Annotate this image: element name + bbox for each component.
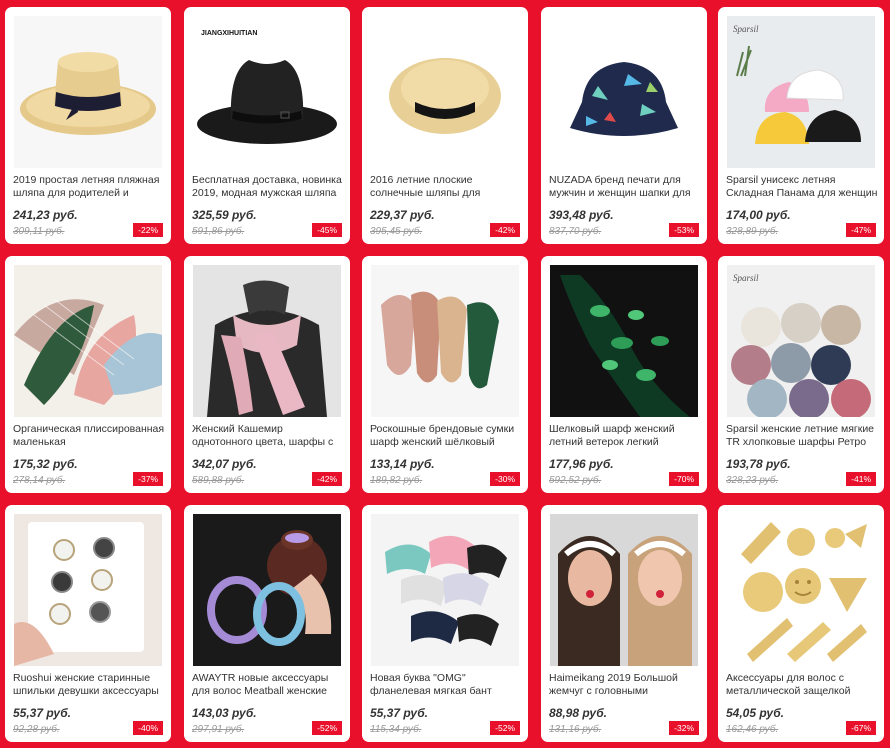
product-title[interactable]: Шелковый шарф женский летний ветерок лег…	[549, 423, 701, 453]
product-old-price: 837,70 руб.	[549, 226, 602, 237]
product-old-price: 162,46 руб.	[726, 724, 779, 735]
product-price: 88,98 руб.	[549, 706, 607, 720]
product-image[interactable]: Sparsil	[727, 265, 875, 417]
product-price: 133,14 руб.	[370, 457, 435, 471]
product-image[interactable]	[14, 265, 162, 417]
product-price: 193,78 руб.	[726, 457, 791, 471]
discount-badge: -52%	[312, 721, 342, 735]
product-price: 177,96 руб.	[549, 457, 614, 471]
product-title[interactable]: 2019 простая летняя пляжная шляпа для ро…	[13, 174, 165, 204]
product-price: 342,07 руб.	[192, 457, 257, 471]
brand-logo: JIANGXIHUITIAN	[201, 30, 257, 37]
discount-badge: -30%	[490, 472, 520, 486]
product-price: 143,03 руб.	[192, 706, 257, 720]
product-image[interactable]: Sparsil	[727, 16, 875, 168]
discount-badge: -32%	[669, 721, 699, 735]
product-title[interactable]: NUZADA бренд печати для мужчин и женщин …	[549, 174, 701, 204]
product-card[interactable]: AWAYTR новые аксессуары для волос Meatba…	[184, 505, 350, 742]
product-price: 393,48 руб.	[549, 208, 614, 222]
product-old-price: 92,28 руб.	[13, 724, 60, 735]
product-card[interactable]: Роскошные брендовые сумки шарф женский ш…	[362, 256, 528, 493]
product-card[interactable]: Новая буква "OMG" фланелевая мягкая бант…	[362, 505, 528, 742]
product-price: 229,37 руб.	[370, 208, 435, 222]
product-old-price: 309,11 руб.	[13, 226, 65, 237]
discount-badge: -37%	[133, 472, 163, 486]
product-image[interactable]	[14, 514, 162, 666]
product-title[interactable]: Бесплатная доставка, новинка 2019, модна…	[192, 174, 344, 204]
product-image[interactable]: JIANGXIHUITIAN	[193, 16, 341, 168]
product-card[interactable]: Аксессуары для волос с металлической защ…	[718, 505, 884, 742]
product-title[interactable]: Новая буква "OMG" фланелевая мягкая бант	[370, 672, 522, 702]
product-price: 55,37 руб.	[13, 706, 71, 720]
product-old-price: 591,86 руб.	[192, 226, 245, 237]
product-image[interactable]	[371, 265, 519, 417]
discount-badge: -47%	[846, 223, 876, 237]
discount-badge: -42%	[490, 223, 520, 237]
discount-badge: -41%	[846, 472, 876, 486]
product-old-price: 115,34 руб.	[370, 724, 422, 735]
product-old-price: 328,89 руб.	[726, 226, 779, 237]
discount-badge: -40%	[133, 721, 163, 735]
product-old-price: 189,82 руб.	[370, 475, 423, 486]
product-old-price: 131,16 руб.	[549, 724, 602, 735]
discount-badge: -52%	[490, 721, 520, 735]
product-card[interactable]: Sparsil Sparsil унисекс летняя Складная …	[718, 7, 884, 244]
product-old-price: 589,88 руб.	[192, 475, 245, 486]
brand-logo: Sparsil	[733, 24, 759, 34]
product-image[interactable]	[371, 514, 519, 666]
discount-badge: -70%	[669, 472, 699, 486]
product-image[interactable]	[193, 265, 341, 417]
product-title[interactable]: AWAYTR новые аксессуары для волос Meatba…	[192, 672, 344, 702]
product-card[interactable]: Шелковый шарф женский летний ветерок лег…	[541, 256, 707, 493]
product-card[interactable]: Haimeikang 2019 Большой жемчуг с головны…	[541, 505, 707, 742]
product-old-price: 297,91 руб.	[192, 724, 245, 735]
product-old-price: 592,52 руб.	[549, 475, 602, 486]
product-title[interactable]: Sparsil унисекс летняя Складная Панама д…	[726, 174, 878, 204]
product-title[interactable]: Органическая плиссированная маленькая	[13, 423, 165, 453]
product-title[interactable]: Ruoshui женские старинные шпильки девушк…	[13, 672, 165, 702]
product-card[interactable]: Органическая плиссированная маленькая 17…	[5, 256, 171, 493]
product-image[interactable]	[371, 16, 519, 168]
product-title[interactable]: Haimeikang 2019 Большой жемчуг с головны…	[549, 672, 701, 702]
product-price: 325,59 руб.	[192, 208, 257, 222]
product-card[interactable]: JIANGXIHUITIAN Бесплатная доставка, нови…	[184, 7, 350, 244]
product-title[interactable]: Роскошные брендовые сумки шарф женский ш…	[370, 423, 522, 453]
product-card[interactable]: Sparsil Sparsil женские летние мягкие TR…	[718, 256, 884, 493]
product-price: 241,23 руб.	[13, 208, 78, 222]
product-card[interactable]: NUZADA бренд печати для мужчин и женщин …	[541, 7, 707, 244]
product-old-price: 278,14 руб.	[13, 475, 66, 486]
product-card[interactable]: Женский Кашемир однотонного цвета, шарфы…	[184, 256, 350, 493]
product-card[interactable]: 2019 простая летняя пляжная шляпа для ро…	[5, 7, 171, 244]
product-price: 54,05 руб.	[726, 706, 784, 720]
product-price: 55,37 руб.	[370, 706, 428, 720]
product-image[interactable]	[550, 265, 698, 417]
product-card[interactable]: Ruoshui женские старинные шпильки девушк…	[5, 505, 171, 742]
product-title[interactable]: 2016 летние плоские солнечные шляпы для	[370, 174, 522, 204]
product-old-price: 328,23 руб.	[726, 475, 779, 486]
product-price: 174,00 руб.	[726, 208, 791, 222]
product-price: 175,32 руб.	[13, 457, 78, 471]
product-grid: 2019 простая летняя пляжная шляпа для ро…	[0, 0, 890, 748]
product-image[interactable]	[550, 514, 698, 666]
product-title[interactable]: Женский Кашемир однотонного цвета, шарфы…	[192, 423, 344, 453]
discount-badge: -45%	[312, 223, 342, 237]
discount-badge: -67%	[846, 721, 876, 735]
product-title[interactable]: Sparsil женские летние мягкие TR хлопков…	[726, 423, 878, 453]
product-old-price: 395,45 руб.	[370, 226, 423, 237]
product-image[interactable]	[14, 16, 162, 168]
product-image[interactable]	[193, 514, 341, 666]
product-title[interactable]: Аксессуары для волос с металлической защ…	[726, 672, 878, 702]
brand-logo: Sparsil	[733, 273, 759, 283]
product-image[interactable]	[550, 16, 698, 168]
discount-badge: -42%	[312, 472, 342, 486]
discount-badge: -53%	[669, 223, 699, 237]
product-card[interactable]: 2016 летние плоские солнечные шляпы для …	[362, 7, 528, 244]
discount-badge: -22%	[133, 223, 163, 237]
product-image[interactable]	[727, 514, 875, 666]
